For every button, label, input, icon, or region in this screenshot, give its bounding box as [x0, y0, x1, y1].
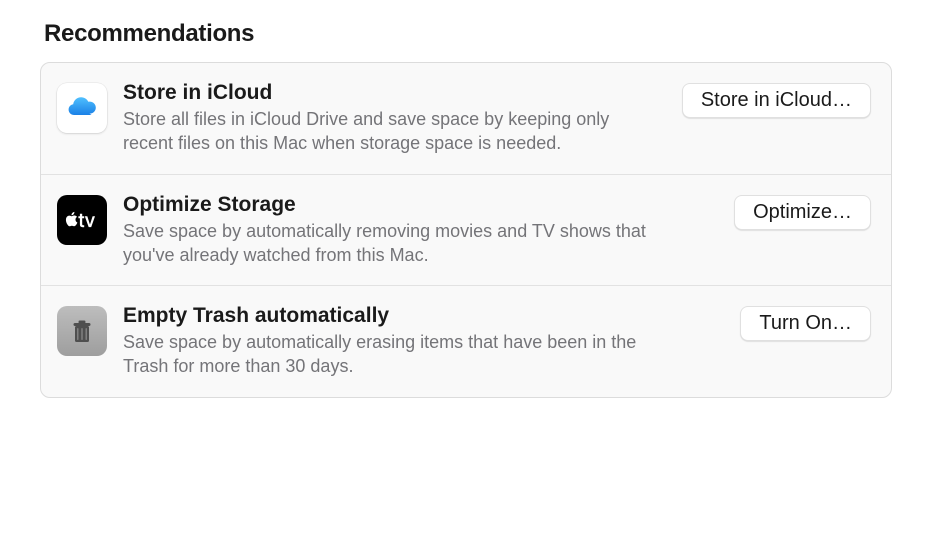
recommendation-text: Store in iCloud Store all files in iClou… — [123, 81, 666, 156]
turn-on-button[interactable]: Turn On… — [740, 306, 871, 341]
recommendation-description: Save space by automatically removing mov… — [123, 219, 683, 268]
trash-icon — [57, 306, 107, 356]
recommendation-description: Store all files in iCloud Drive and save… — [123, 107, 656, 156]
recommendation-text: Empty Trash automatically Save space by … — [123, 304, 724, 379]
icloud-icon — [57, 83, 107, 133]
appletv-icon — [57, 195, 107, 245]
recommendation-row-icloud: Store in iCloud Store all files in iClou… — [41, 63, 891, 174]
recommendations-panel: Store in iCloud Store all files in iClou… — [40, 62, 892, 398]
recommendation-title: Store in iCloud — [123, 81, 656, 105]
recommendation-row-optimize: Optimize Storage Save space by automatic… — [41, 174, 891, 286]
store-in-icloud-button[interactable]: Store in iCloud… — [682, 83, 871, 118]
recommendation-text: Optimize Storage Save space by automatic… — [123, 193, 718, 268]
recommendation-title: Empty Trash automatically — [123, 304, 714, 328]
recommendation-row-trash: Empty Trash automatically Save space by … — [41, 285, 891, 397]
recommendations-heading: Recommendations — [44, 20, 892, 48]
optimize-button[interactable]: Optimize… — [734, 195, 871, 230]
recommendation-title: Optimize Storage — [123, 193, 708, 217]
recommendation-description: Save space by automatically erasing item… — [123, 330, 683, 379]
